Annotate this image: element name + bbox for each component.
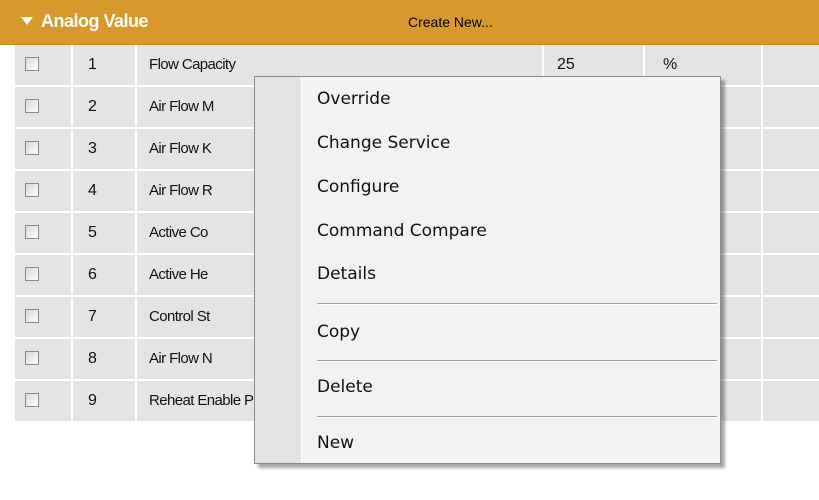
menu-item-delete[interactable]: Delete: [317, 377, 373, 397]
row-checkbox[interactable]: [25, 309, 39, 323]
row-checkbox[interactable]: [25, 393, 39, 407]
extra-cell: [763, 87, 819, 127]
number-cell: 3: [73, 129, 135, 169]
number-cell: 2: [73, 87, 135, 127]
number-cell: 5: [73, 213, 135, 253]
row-checkbox[interactable]: [25, 57, 39, 71]
row-name: Active He: [149, 266, 208, 283]
menu-separator: [317, 360, 717, 362]
extra-cell: [763, 213, 819, 253]
checkbox-cell: [15, 255, 71, 295]
row-checkbox[interactable]: [25, 267, 39, 281]
row-number: 1: [88, 56, 97, 73]
extra-cell: [763, 129, 819, 169]
row-name: Active Co: [149, 224, 208, 241]
row-number: 8: [88, 350, 97, 367]
row-checkbox[interactable]: [25, 183, 39, 197]
menu-icon-gutter: [255, 77, 302, 463]
extra-cell: [763, 297, 819, 337]
extra-cell: [763, 339, 819, 379]
checkbox-cell: [15, 339, 71, 379]
row-number: 7: [88, 308, 97, 325]
number-cell: 6: [73, 255, 135, 295]
menu-item-details[interactable]: Details: [317, 264, 376, 284]
menu-item-copy[interactable]: Copy: [317, 322, 360, 342]
row-number: 6: [88, 266, 97, 283]
row-name: Air Flow N: [149, 350, 213, 367]
number-cell: 9: [73, 381, 135, 421]
menu-separator: [317, 416, 717, 418]
menu-item-override[interactable]: Override: [317, 89, 391, 109]
row-name: Air Flow R: [149, 182, 213, 199]
section-title: Analog Value: [41, 11, 149, 31]
row-checkbox[interactable]: [25, 141, 39, 155]
row-number: 5: [88, 224, 97, 241]
row-checkbox[interactable]: [25, 225, 39, 239]
analog-value-header[interactable]: Analog Value Create New...: [0, 0, 819, 45]
create-new-link[interactable]: Create New...: [408, 14, 493, 30]
extra-cell: [763, 255, 819, 295]
collapse-triangle-icon[interactable]: [21, 17, 33, 25]
checkbox-cell: [15, 381, 71, 421]
row-number: 9: [88, 392, 97, 409]
extra-cell: [763, 381, 819, 421]
row-name: Air Flow M: [149, 98, 214, 115]
row-value: 25: [557, 56, 575, 73]
row-number: 2: [88, 98, 97, 115]
row-name: Flow Capacity: [149, 56, 236, 73]
row-number: 3: [88, 140, 97, 157]
checkbox-cell: [15, 45, 71, 85]
menu-item-command-compare[interactable]: Command Compare: [317, 221, 487, 241]
number-cell: 4: [73, 171, 135, 211]
number-cell: 8: [73, 339, 135, 379]
checkbox-cell: [15, 171, 71, 211]
extra-cell: [763, 171, 819, 211]
checkbox-cell: [15, 213, 71, 253]
checkbox-cell: [15, 129, 71, 169]
row-checkbox[interactable]: [25, 351, 39, 365]
checkbox-cell: [15, 87, 71, 127]
row-name: Air Flow K: [149, 140, 212, 157]
row-checkbox[interactable]: [25, 99, 39, 113]
row-name: Control St: [149, 308, 210, 325]
menu-item-new[interactable]: New: [317, 433, 354, 453]
menu-separator: [317, 303, 717, 305]
number-cell: 1: [73, 45, 135, 85]
context-menu: Override Change Service Configure Comman…: [254, 76, 721, 464]
extra-cell: [763, 45, 819, 85]
number-cell: 7: [73, 297, 135, 337]
row-unit: %: [663, 56, 678, 73]
menu-item-configure[interactable]: Configure: [317, 177, 399, 197]
menu-item-change-service[interactable]: Change Service: [317, 133, 450, 153]
row-number: 4: [88, 182, 97, 199]
checkbox-cell: [15, 297, 71, 337]
